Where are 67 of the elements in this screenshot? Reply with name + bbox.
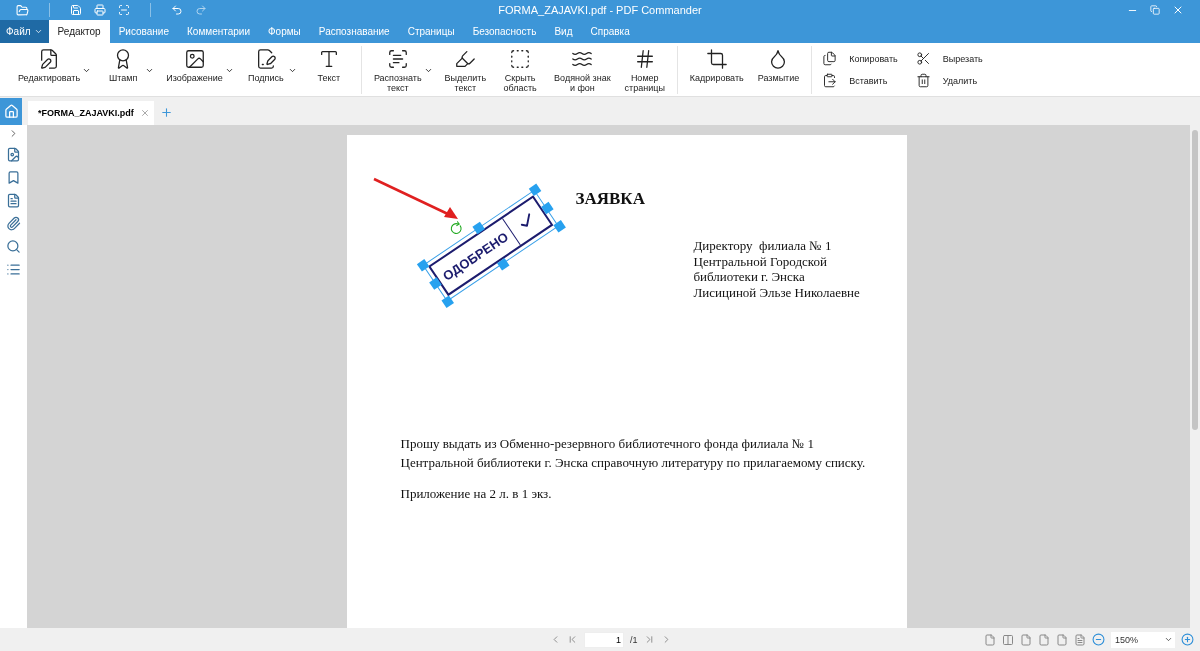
addressee-line: Директору филиала № 1 <box>693 238 833 254</box>
resize-handle[interactable] <box>441 295 454 309</box>
ribbon-button[interactable]: Подпись <box>239 45 292 85</box>
paperclip-icon[interactable] <box>6 216 21 231</box>
addressee-line: Центральной Городской <box>693 253 828 269</box>
two-page-icon[interactable] <box>1002 633 1014 646</box>
document-tab[interactable]: *FORMA_ZAJAVKI.pdf <box>28 101 154 125</box>
list-icon[interactable] <box>6 262 21 277</box>
menu-tab[interactable]: Редактор <box>48 20 110 43</box>
image-icon <box>183 47 206 70</box>
ribbon-button[interactable]: Удалить <box>915 70 983 91</box>
zoom-select[interactable]: 150% <box>1111 631 1175 648</box>
page-total: /1 <box>630 634 638 645</box>
ribbon-button[interactable]: Кадрировать <box>683 45 750 85</box>
trash-icon <box>915 73 931 88</box>
ribbon-button[interactable]: Выделить текст <box>438 45 493 95</box>
close-icon[interactable] <box>139 108 150 118</box>
resize-handle[interactable] <box>528 183 541 197</box>
ribbon-button[interactable]: Скрыть область <box>494 45 547 95</box>
resize-handle[interactable] <box>496 258 509 271</box>
body-text-line: Центральной библиотеки г. Энска справочную литературу по прилагаемому списку. <box>400 454 866 472</box>
ribbon-button[interactable]: Копировать <box>822 48 898 69</box>
document-heading: ЗАЯВКА <box>575 189 645 209</box>
first-page-icon[interactable] <box>567 634 578 645</box>
attachment-text: Приложение на 2 л. в 1 экз. <box>400 486 552 502</box>
ribbon-button[interactable]: Изображение <box>160 45 229 85</box>
single-page-icon[interactable] <box>984 633 996 646</box>
ribbon-button[interactable]: Номер страницы <box>618 45 671 95</box>
body-text-line: Прошу выдать из Обменно-резервного библиотечного фонда филиала № 1 <box>400 435 815 453</box>
scan-text-icon <box>386 47 409 70</box>
ribbon-button[interactable]: Водяной знак и фон <box>548 45 617 95</box>
zoom-in-icon[interactable] <box>1181 633 1194 646</box>
file-menu[interactable]: Файл <box>0 20 49 43</box>
crop-icon <box>705 47 728 70</box>
ribbon-button[interactable]: Редактировать <box>12 45 87 85</box>
paste-icon <box>822 73 838 88</box>
resize-handle[interactable] <box>552 220 566 233</box>
ribbon-button[interactable]: Распознать текст <box>367 45 428 95</box>
addressee-line: Лисициной Эльзе Николаевне <box>693 284 860 300</box>
caret-icon <box>1164 635 1173 644</box>
home-icon[interactable] <box>0 98 22 125</box>
copy-icon <box>822 51 838 66</box>
resize-handle[interactable] <box>540 201 554 215</box>
addressee-line: библиотеки г. Энска <box>693 269 806 285</box>
page-image-icon[interactable] <box>6 147 21 162</box>
zoom-out-icon[interactable] <box>1092 633 1105 646</box>
resize-handle[interactable] <box>428 277 442 290</box>
dashed-square-icon <box>509 47 532 70</box>
window-title: FORMA_ZAJAVKI.pdf - PDF Commander <box>498 4 702 16</box>
page-icon[interactable] <box>1038 633 1050 646</box>
ribbon-button[interactable]: Вставить <box>822 70 898 91</box>
resize-handle[interactable] <box>416 259 429 272</box>
page-icon[interactable] <box>1056 633 1068 646</box>
resize-handle[interactable] <box>471 221 485 235</box>
ribbon-button[interactable]: Текст <box>302 45 355 85</box>
page-icon[interactable] <box>1074 633 1086 646</box>
ribbon-button[interactable]: Штамп <box>97 45 150 85</box>
scissors-icon <box>915 51 931 66</box>
page-number-field[interactable]: 1 <box>584 631 624 648</box>
bookmark-icon[interactable] <box>6 170 21 185</box>
ribbon-button[interactable]: Вырезать <box>915 48 983 69</box>
page-icon[interactable] <box>1020 633 1032 646</box>
ribbon-button[interactable]: Размытие <box>751 45 806 85</box>
document-icon[interactable] <box>6 193 21 208</box>
caret-icon <box>33 27 43 36</box>
search-icon[interactable] <box>6 239 21 254</box>
add-tab-icon[interactable] <box>159 106 173 119</box>
